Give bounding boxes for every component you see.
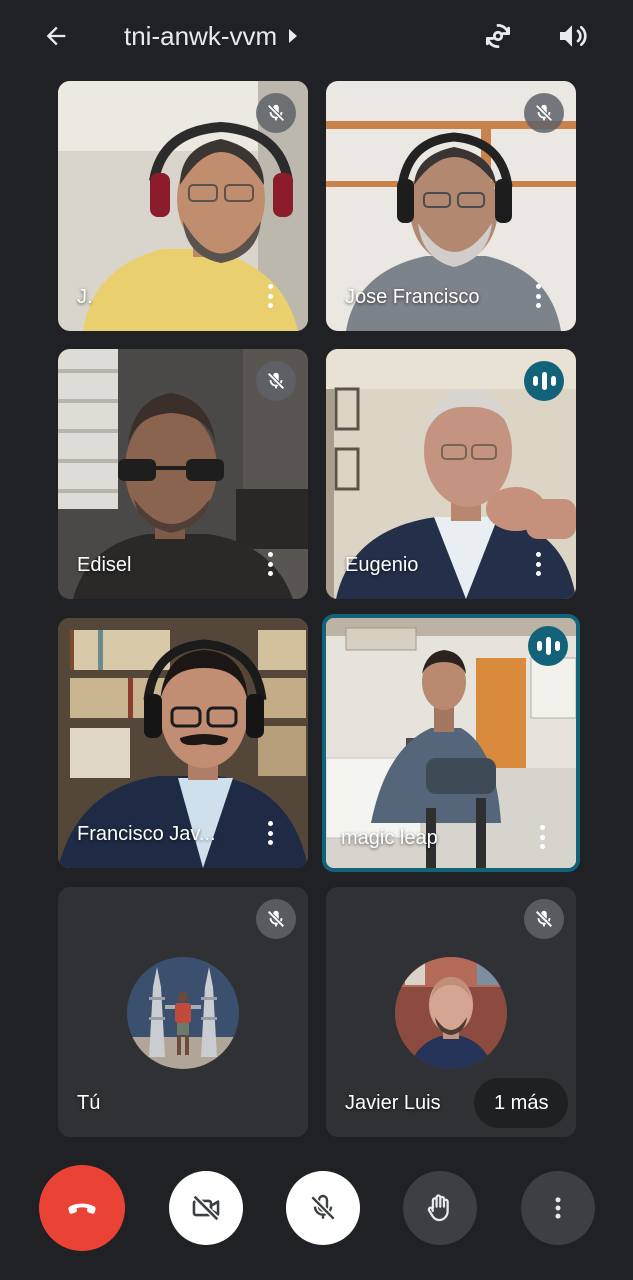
switch-camera-button[interactable] — [476, 14, 520, 58]
speaking-indicator — [524, 361, 564, 401]
participant-tile[interactable]: J. — [58, 81, 308, 331]
switch-camera-icon — [485, 23, 511, 49]
participant-more-button[interactable] — [258, 818, 282, 848]
participant-name: Edisel — [77, 554, 132, 576]
more-options-icon — [555, 1197, 561, 1219]
mic-off-indicator — [524, 93, 564, 133]
participant-more-button[interactable] — [258, 281, 282, 311]
participant-tile[interactable]: Eugenio — [326, 349, 576, 599]
participant-tile[interactable]: Francisco Jav... — [58, 618, 308, 868]
participant-name: Tú — [77, 1092, 101, 1114]
mic-off-icon — [267, 104, 285, 122]
avatar — [395, 957, 507, 1069]
mic-off-icon — [535, 910, 553, 928]
audio-output-button[interactable] — [550, 14, 594, 58]
participant-name: Jose Francisco — [345, 286, 480, 308]
mic-off-icon — [535, 104, 553, 122]
mic-toggle-button[interactable] — [286, 1171, 360, 1245]
hang-up-button[interactable] — [39, 1165, 125, 1251]
more-participants-label: 1 más — [494, 1091, 549, 1114]
mic-off-icon — [310, 1194, 336, 1221]
arrow-back-icon — [46, 26, 66, 46]
raise-hand-button[interactable] — [403, 1171, 477, 1245]
participant-name: Javier Luis — [345, 1092, 441, 1114]
mic-off-indicator — [256, 93, 296, 133]
camera-toggle-button[interactable] — [169, 1171, 243, 1245]
mic-off-icon — [267, 910, 285, 928]
participant-name: J. — [77, 286, 93, 308]
mic-off-indicator — [256, 899, 296, 939]
participant-tile[interactable]: Jose Francisco — [326, 81, 576, 331]
participant-name: Francisco Jav... — [77, 823, 216, 845]
participant-more-button[interactable] — [530, 822, 554, 852]
more-participants-button[interactable]: 1 más — [474, 1078, 569, 1128]
participant-tile[interactable]: Edisel — [58, 349, 308, 599]
hang-up-icon — [68, 1203, 96, 1214]
chevron-right-icon — [289, 29, 298, 43]
back-button[interactable] — [36, 16, 76, 56]
mic-off-indicator — [256, 361, 296, 401]
avatar — [127, 957, 239, 1069]
participant-more-button[interactable] — [526, 281, 550, 311]
meeting-code: tni-anwk-vvm — [124, 20, 278, 51]
more-options-button[interactable] — [521, 1171, 595, 1245]
speaking-indicator — [528, 626, 568, 666]
speaker-volume-icon — [560, 25, 587, 47]
mic-off-indicator — [524, 899, 564, 939]
camera-off-icon — [192, 1194, 220, 1222]
participant-name: Eugenio — [345, 554, 419, 576]
mic-off-icon — [267, 372, 285, 390]
self-tile[interactable]: Tú — [58, 887, 308, 1137]
participant-name: magic leap — [341, 827, 438, 849]
meeting-info-button[interactable]: tni-anwk-vvm — [124, 20, 298, 52]
participant-more-button[interactable] — [526, 549, 550, 579]
participant-more-button[interactable] — [258, 549, 282, 579]
participant-tile-active-speaker[interactable]: magic leap — [322, 614, 580, 872]
raise-hand-icon — [427, 1194, 449, 1222]
top-bar: tni-anwk-vvm — [0, 0, 633, 72]
